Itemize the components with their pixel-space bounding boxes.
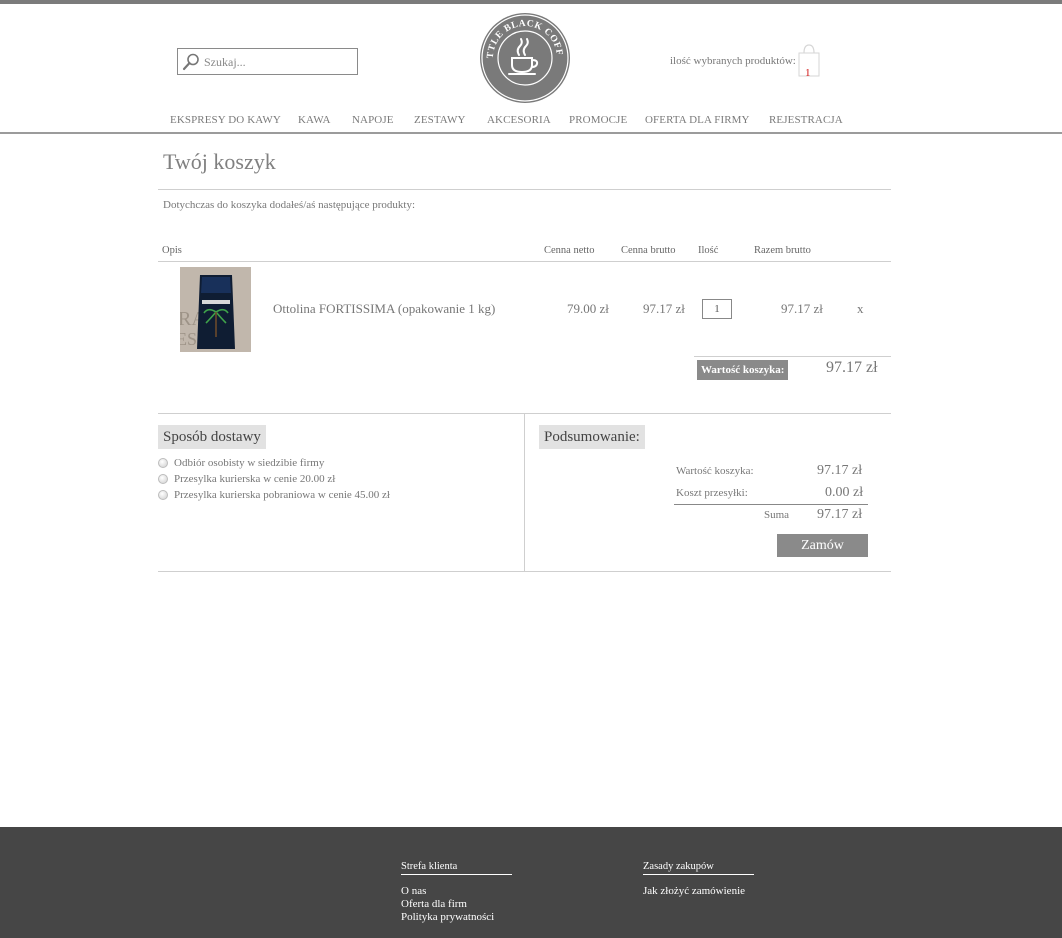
col-header-desc: Opis xyxy=(162,245,182,256)
cart-value-label: Wartość koszyka: xyxy=(697,360,789,380)
col-header-net: Cenna netto xyxy=(544,245,595,256)
radio-button[interactable] xyxy=(158,490,168,500)
remove-item-button[interactable]: x xyxy=(857,301,864,317)
nav-item-akcesoria[interactable]: AKCESORIA xyxy=(487,114,551,126)
product-name[interactable]: Ottolina FORTISSIMA (opakowanie 1 kg) xyxy=(273,301,495,317)
nav-item-napoje[interactable]: NAPOJE xyxy=(352,114,394,126)
cart-count-label: ilość wybranych produktów: xyxy=(670,55,796,67)
summary-shipping-value: 0.00 zł xyxy=(825,485,864,500)
search-icon xyxy=(182,53,199,71)
footer-link-about[interactable]: O nas xyxy=(401,885,426,897)
sections-vertical-divider xyxy=(524,414,525,572)
delivery-title: Sposób dostawy xyxy=(158,425,266,449)
summary-cart-value: 97.17 zł xyxy=(817,463,863,478)
cart-count: 1 xyxy=(805,67,811,79)
product-image[interactable]: RA ES xyxy=(180,267,251,352)
product-total-price: 97.17 zł xyxy=(781,301,823,316)
search-box[interactable] xyxy=(177,48,358,75)
logo[interactable]: LITTLE BLACK COFFEE xyxy=(479,12,571,104)
delivery-option-courier-cod[interactable]: Przesylka kurierska pobraniowa w cenie 4… xyxy=(158,489,390,501)
product-net-price: 79.00 zł xyxy=(567,301,609,316)
nav-item-promocje[interactable]: PROMOCJE xyxy=(569,114,627,126)
summary-divider xyxy=(674,504,868,505)
quantity-input[interactable] xyxy=(702,299,732,319)
nav-item-kawa[interactable]: KAWA xyxy=(298,114,331,126)
order-button[interactable]: Zamów xyxy=(777,534,868,557)
col-header-total: Razem brutto xyxy=(754,245,811,256)
delivery-option-label: Odbiór osobisty w siedzibie firmy xyxy=(174,457,325,469)
search-input[interactable] xyxy=(204,52,354,72)
summary-title: Podsumowanie: xyxy=(539,425,645,449)
footer-customer-zone-title: Strefa klienta xyxy=(401,861,512,875)
col-header-gross: Cenna brutto xyxy=(621,245,676,256)
top-border xyxy=(0,0,1062,4)
footer-link-privacy-policy[interactable]: Polityka prywatności xyxy=(401,911,494,923)
summary-shipping-label: Koszt przesyłki: xyxy=(676,487,748,499)
nav-item-rejestracja[interactable]: REJESTRACJA xyxy=(769,114,843,126)
main-nav: EKSPRESY DO KAWY KAWA NAPOJE ZESTAWY AKC… xyxy=(0,112,1062,134)
summary-sum-value: 97.17 zł xyxy=(817,507,863,522)
cart-value: 97.17 zł xyxy=(826,359,878,376)
col-header-qty: Ilość xyxy=(698,245,719,256)
footer-link-how-to-order[interactable]: Jak złożyć zamówienie xyxy=(643,885,745,897)
nav-item-zestawy[interactable]: ZESTAWY xyxy=(414,114,465,126)
nav-item-ekspresy[interactable]: EKSPRESY DO KAWY xyxy=(170,114,281,126)
footer: Strefa klienta O nas Oferta dla firm Pol… xyxy=(0,827,1062,938)
delivery-option-label: Przesylka kurierska pobraniowa w cenie 4… xyxy=(174,489,390,501)
cart-total-divider xyxy=(694,356,891,357)
delivery-option-pickup[interactable]: Odbiór osobisty w siedzibie firmy xyxy=(158,457,324,469)
footer-purchase-rules-title: Zasady zakupów xyxy=(643,861,754,875)
product-gross-price: 97.17 zł xyxy=(643,301,685,316)
nav-item-oferta-dla-firmy[interactable]: OFERTA DLA FIRMY xyxy=(645,114,750,126)
radio-button[interactable] xyxy=(158,458,168,468)
title-divider xyxy=(158,189,891,190)
page-title: Twój koszyk xyxy=(163,149,276,174)
delivery-option-courier[interactable]: Przesylka kurierska w cenie 20.00 zł xyxy=(158,473,335,485)
table-header-divider xyxy=(158,261,891,262)
footer-link-business-offer[interactable]: Oferta dla firm xyxy=(401,898,467,910)
summary-cart-value-label: Wartość koszyka: xyxy=(676,465,754,477)
radio-button[interactable] xyxy=(158,474,168,484)
summary-sum-label: Suma xyxy=(764,509,790,521)
svg-text:ES: ES xyxy=(180,329,197,349)
sections-bottom-divider xyxy=(158,571,891,572)
cart-intro-text: Dotychczas do koszyka dodałeś/aś następu… xyxy=(163,199,416,211)
delivery-option-label: Przesylka kurierska w cenie 20.00 zł xyxy=(174,473,336,485)
